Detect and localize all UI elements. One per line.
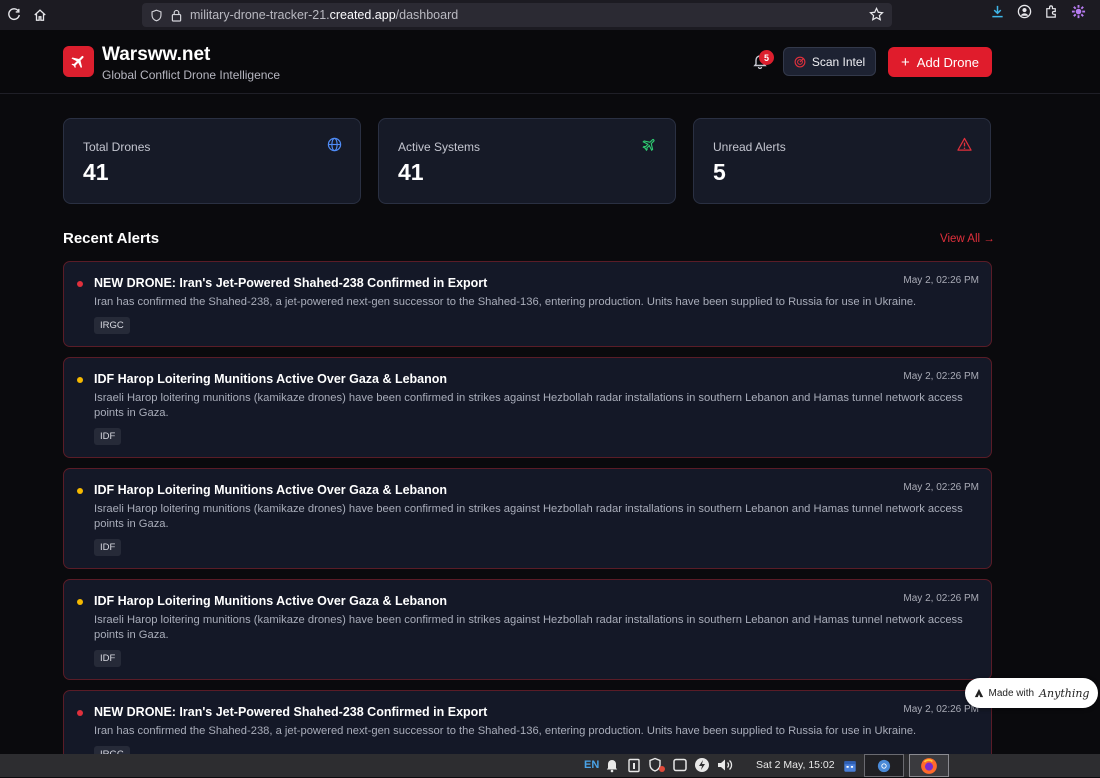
severity-dot	[77, 599, 83, 605]
anything-logo-icon	[974, 688, 983, 698]
notification-count-badge: 5	[759, 50, 774, 65]
warning-icon	[957, 137, 972, 157]
chrome-taskbar-app[interactable]	[864, 754, 904, 777]
home-icon[interactable]	[27, 2, 53, 28]
alert-tag: IRGC	[94, 746, 130, 754]
power-icon[interactable]	[694, 757, 710, 778]
alert-description: Israeli Harop loitering munitions (kamik…	[94, 614, 963, 641]
app-header: Warsww.net Global Conflict Drone Intelli…	[0, 30, 1100, 94]
plus-icon: +	[901, 53, 910, 71]
download-icon[interactable]	[990, 4, 1005, 24]
alert-tag: IDF	[94, 650, 122, 667]
alert-title: NEW DRONE: Iran's Jet-Powered Shahed-238…	[94, 705, 488, 719]
window-icon[interactable]	[672, 757, 688, 778]
stat-card-total-drones: Total Drones 41	[63, 118, 361, 204]
browser-toolbar: military-drone-tracker-21. created.app/da…	[0, 0, 1100, 30]
account-icon[interactable]	[1017, 4, 1032, 24]
add-drone-label: Add Drone	[916, 54, 979, 70]
stat-card-active-systems: Active Systems 41	[378, 118, 676, 204]
stat-label: Total Drones	[83, 140, 151, 154]
stat-value: 41	[398, 159, 424, 185]
recent-alerts-heading: Recent Alerts	[63, 230, 160, 247]
settings-gear-icon[interactable]	[1071, 4, 1086, 24]
os-taskbar: EN Sat 2 May, 15:02	[0, 754, 1100, 777]
alert-title: IDF Harop Loitering Munitions Active Ove…	[94, 372, 448, 386]
system-clock[interactable]: Sat 2 May, 15:02	[756, 759, 835, 771]
url-host: created.app	[329, 8, 396, 22]
add-drone-button[interactable]: + Add Drone	[888, 47, 992, 77]
brand-subtitle: Global Conflict Drone Intelligence	[102, 68, 281, 82]
calendar-app-icon[interactable]	[838, 754, 862, 777]
address-bar[interactable]: military-drone-tracker-21. created.app/da…	[142, 3, 892, 27]
alert-card[interactable]: IDF Harop Loitering Munitions Active Ove…	[63, 357, 992, 458]
lock-icon[interactable]	[171, 9, 182, 22]
alert-description: Iran has confirmed the Shahed-238, a jet…	[94, 296, 917, 308]
alert-description: Iran has confirmed the Shahed-238, a jet…	[94, 725, 917, 737]
app-root: Warsww.net Global Conflict Drone Intelli…	[0, 30, 1100, 754]
alert-time: May 2, 02:26 PM	[903, 275, 979, 286]
notification-icon[interactable]	[604, 757, 620, 778]
plane-logo-icon	[71, 55, 84, 69]
stat-value: 41	[83, 159, 109, 185]
alert-time: May 2, 02:26 PM	[903, 482, 979, 493]
firefox-taskbar-app[interactable]	[909, 754, 949, 777]
alert-time: May 2, 02:26 PM	[903, 704, 979, 715]
brand-title: Warsww.net	[102, 44, 211, 65]
alert-tag: IRGC	[94, 317, 130, 334]
globe-icon	[327, 137, 342, 157]
alert-card[interactable]: NEW DRONE: Iran's Jet-Powered Shahed-238…	[63, 690, 992, 754]
reload-icon[interactable]	[1, 2, 27, 28]
view-all-link[interactable]: View All →	[940, 233, 995, 245]
alert-title: IDF Harop Loitering Munitions Active Ove…	[94, 483, 448, 497]
scan-intel-button[interactable]: Scan Intel	[783, 47, 876, 76]
alert-title: NEW DRONE: Iran's Jet-Powered Shahed-238…	[94, 276, 488, 290]
severity-dot	[77, 281, 83, 287]
alerts-list: NEW DRONE: Iran's Jet-Powered Shahed-238…	[63, 261, 992, 754]
plane-icon	[642, 137, 657, 157]
extensions-icon[interactable]	[1044, 4, 1059, 24]
clipboard-icon[interactable]	[626, 757, 642, 778]
stat-card-unread-alerts: Unread Alerts 5	[693, 118, 991, 204]
alert-description: Israeli Harop loitering munitions (kamik…	[94, 503, 963, 530]
stat-label: Unread Alerts	[713, 140, 786, 154]
made-with-anything-badge[interactable]: Made with Anything	[965, 678, 1098, 708]
anything-brand: Anything	[1039, 686, 1090, 700]
volume-icon[interactable]	[716, 757, 734, 778]
url-prefix: military-drone-tracker-21.	[190, 8, 330, 22]
alert-tag: IDF	[94, 428, 122, 445]
shield-icon[interactable]	[150, 9, 163, 22]
bookmark-star-icon[interactable]	[869, 6, 884, 25]
alert-card[interactable]: NEW DRONE: Iran's Jet-Powered Shahed-238…	[63, 261, 992, 347]
keyboard-language[interactable]: EN	[584, 759, 599, 771]
alert-time: May 2, 02:26 PM	[903, 593, 979, 604]
stat-value: 5	[713, 159, 726, 185]
url-path: /dashboard	[395, 8, 459, 22]
alert-card[interactable]: IDF Harop Loitering Munitions Active Ove…	[63, 468, 992, 569]
alert-card[interactable]: IDF Harop Loitering Munitions Active Ove…	[63, 579, 992, 680]
shield-status-icon[interactable]	[648, 757, 666, 778]
made-with-label: Made with	[988, 687, 1035, 699]
logo[interactable]	[63, 46, 94, 77]
radar-icon	[794, 56, 806, 67]
stat-label: Active Systems	[398, 140, 481, 154]
severity-dot	[77, 710, 83, 716]
severity-dot	[77, 488, 83, 494]
alert-title: IDF Harop Loitering Munitions Active Ove…	[94, 594, 448, 608]
alert-description: Israeli Harop loitering munitions (kamik…	[94, 392, 963, 419]
alert-tag: IDF	[94, 539, 122, 556]
alert-time: May 2, 02:26 PM	[903, 371, 979, 382]
severity-dot	[77, 377, 83, 383]
scan-intel-label: Scan Intel	[811, 54, 866, 69]
